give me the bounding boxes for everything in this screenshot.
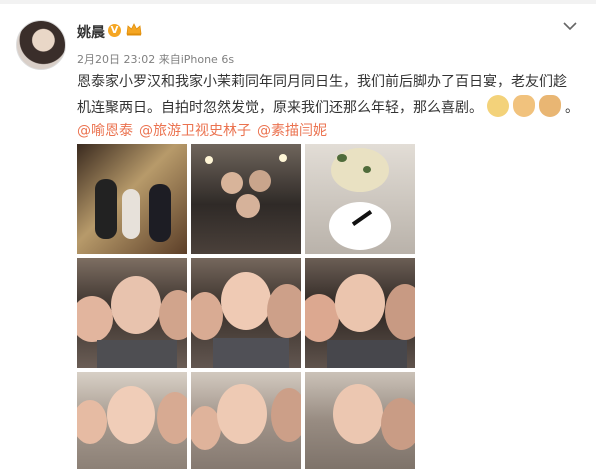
dog-face-emoji [487,95,509,117]
post-text-end: 。 [565,100,579,116]
post-text-line2-content: 机连聚两日。自拍时忽然发觉，原来我们还那么年轻，那么喜剧。 [77,100,483,116]
photo-selfie-2[interactable] [191,258,301,368]
post-text-line2: 机连聚两日。自拍时忽然发觉，原来我们还那么年轻，那么喜剧。 。 [77,95,579,121]
photo-group-dinner[interactable] [191,144,301,254]
post-text-line1: 恩泰家小罗汉和我家小茉莉同年同月同日生，我们前后脚办了百日宴，老友们趁 [77,74,567,90]
mention-link[interactable]: @喻恩泰 [77,123,133,139]
photo-selfie-4[interactable] [77,372,187,469]
rock-hand-emoji [539,95,561,117]
verified-badge: V [108,24,121,37]
photo-selfie-6[interactable] [305,372,415,469]
vip-crown-icon [126,23,142,36]
photo-stage-family[interactable] [77,144,187,254]
mention-list: @喻恩泰 @旅游卫视史林子 @素描闫妮 [77,120,333,140]
user-avatar[interactable] [16,20,66,70]
post-text: 恩泰家小罗汉和我家小茉莉同年同月同日生，我们前后脚办了百日宴，老友们趁 机连聚两… [77,70,579,121]
photo-selfie-3[interactable] [305,258,415,368]
photo-grid [77,144,415,469]
user-name[interactable]: 姚晨 [77,22,105,42]
photo-selfie-1[interactable] [77,258,187,368]
photo-selfie-5[interactable] [191,372,301,469]
post-meta[interactable]: 2月20日 23:02 来自iPhone 6s [77,51,234,67]
mention-link[interactable]: @素描闫妮 [257,123,327,139]
photo-cookies[interactable] [305,144,415,254]
top-border [0,0,596,4]
mention-link[interactable]: @旅游卫视史林子 [139,123,251,139]
clapping-hands-emoji [513,95,535,117]
chevron-down-icon[interactable] [562,20,578,32]
